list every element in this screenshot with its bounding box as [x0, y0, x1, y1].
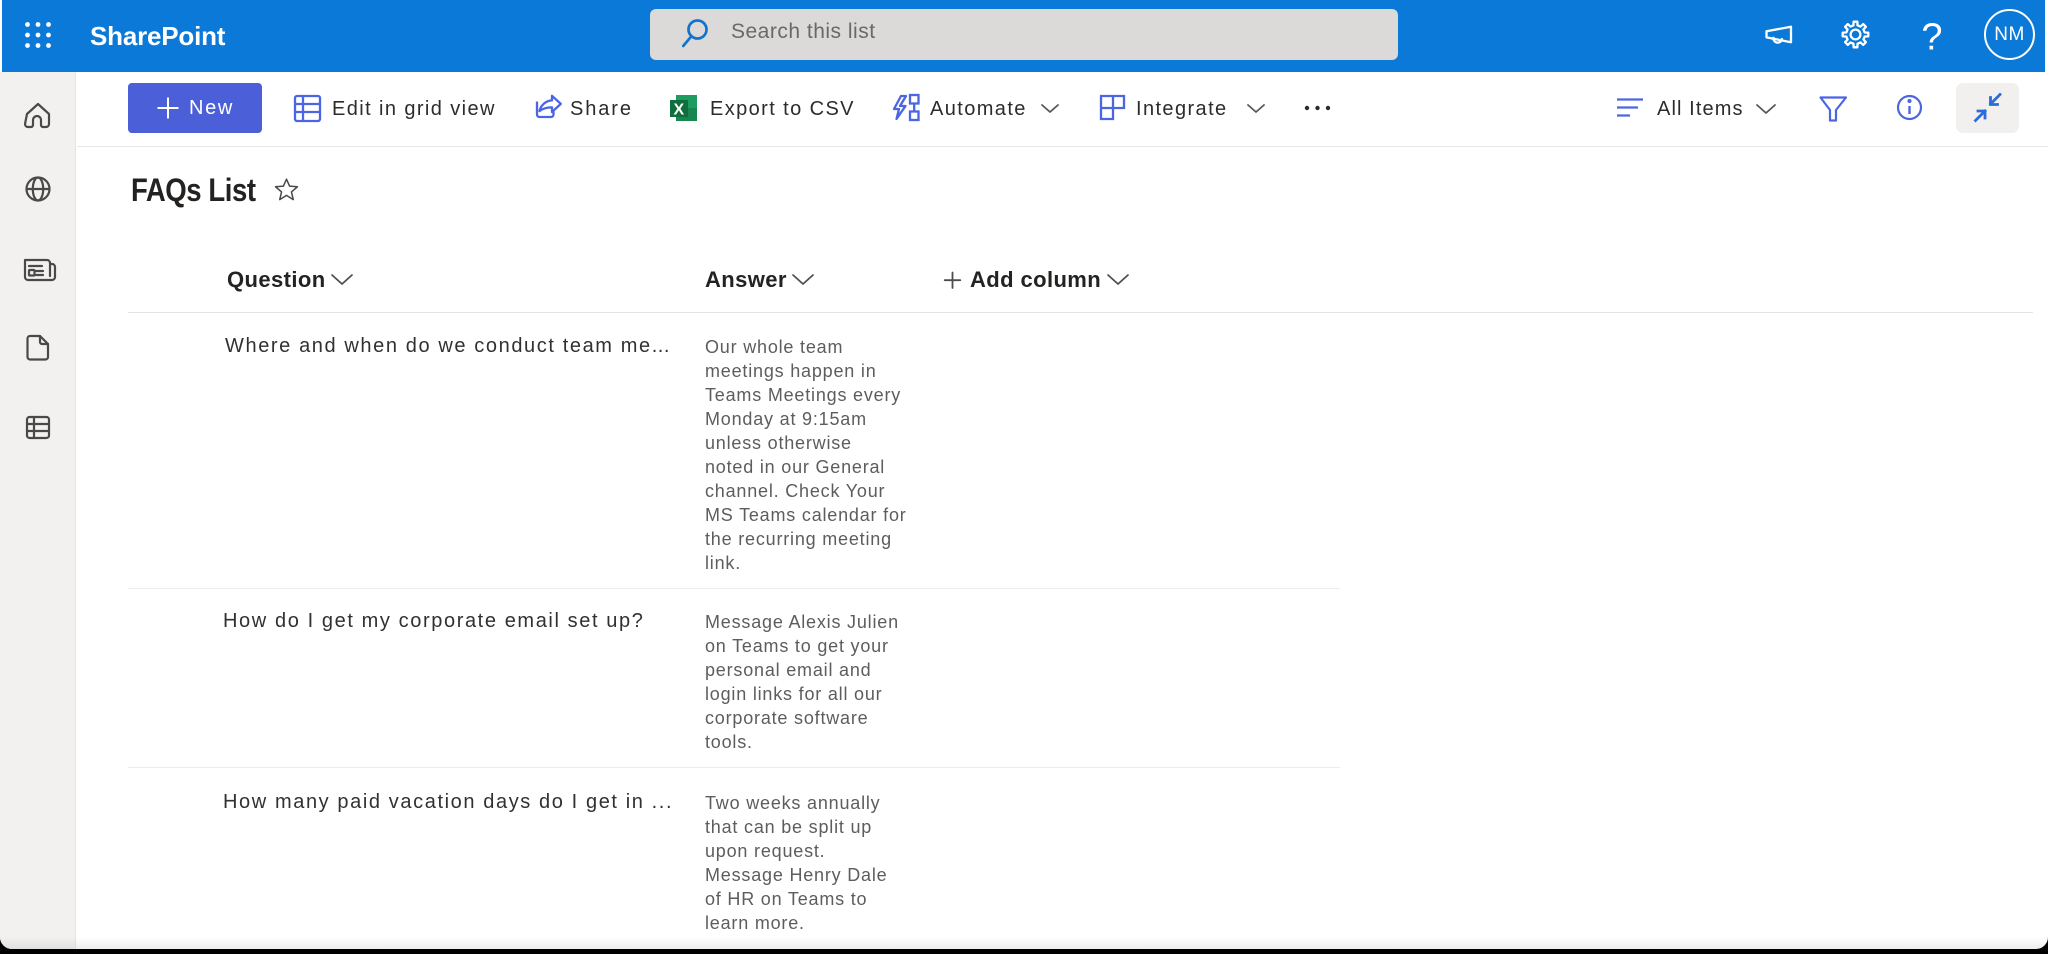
svg-text:?: ? — [1921, 17, 1942, 59]
svg-text:X: X — [674, 102, 685, 119]
